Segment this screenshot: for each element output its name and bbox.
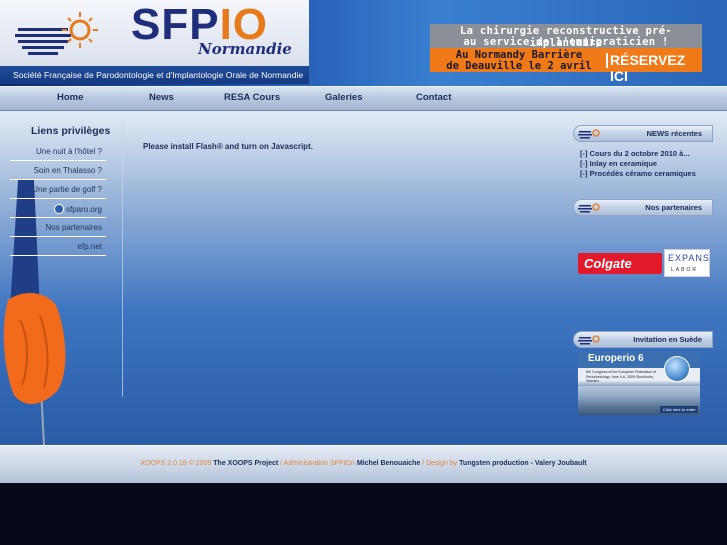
footer-design-label: / Design by [420,460,460,467]
nav-contact[interactable]: Contact [416,92,451,103]
link-sfparo-label: sfparo.org [65,205,102,214]
footer-design-name[interactable]: Tungsten production - Valery Joubault [459,460,586,467]
europerio-enter-button[interactable]: Click here to enter [660,406,699,413]
privileged-links-title: Liens privilèges [31,125,111,137]
partners-logos: Colgate EXPANS LABOR [578,249,710,277]
footer-xoops-version: XOOPS 2.0.18 © 2009 [140,460,214,467]
logo-area[interactable]: SFPIO Normandie Société Française de Par… [0,0,309,84]
sun-logo-icon [578,203,600,213]
promo-bottom: Au Normandy Barrière de Deauville le 2 a… [430,48,702,84]
nav-home[interactable]: Home [57,92,83,103]
link-efp[interactable]: efp.net [10,237,106,256]
site-footer: XOOPS 2.0.18 © 2009 The XOOPS Project / … [0,445,727,483]
expans-sub-label: LABOR [671,267,698,273]
site-header: SFPIO Normandie Société Française de Par… [0,0,727,86]
promo-banner[interactable]: La chirurgie reconstructive pré-implanta… [430,24,702,84]
europerio-title: Europerio 6 [588,353,644,364]
sidebar-divider [122,122,123,397]
flash-message: Please install Flash® and turn on Javasc… [143,142,313,151]
promo-separator [606,53,608,68]
invitation-title: Invitation en Suède [633,335,702,344]
link-golf[interactable]: Une partie de golf ? [10,180,106,199]
footer-credits: XOOPS 2.0.18 © 2009 The XOOPS Project / … [0,460,727,467]
promo-line-2: au service de l'omnipraticien ! [463,36,669,48]
logo-region: Normandie [198,40,292,58]
main-nav: Home News RESA Cours Galeries Contact [0,86,727,111]
globe-icon [664,356,690,382]
link-partners[interactable]: Nos partenaires [10,218,106,237]
partners-panel-header: Nos partenaires [573,199,713,216]
logo-subtitle: Société Française de Parodontologie et d… [13,70,304,80]
sun-logo-icon [578,129,600,139]
promo-line-4: de Deauville le 2 avril [446,60,592,72]
link-hotel[interactable]: Une nuit à l'hôtel ? [10,142,106,161]
reserve-button[interactable]: RÉSERVEZ ICI [610,52,702,84]
colgate-logo[interactable]: Colgate [578,253,662,274]
promo-top: La chirurgie reconstructive pré-implanta… [430,24,702,49]
news-title: NEWS récentes [646,129,702,138]
expans-label: EXPANS [668,253,710,263]
footer-xoops-link[interactable]: The XOOPS Project [213,460,278,467]
sfparo-icon [53,204,64,214]
footer-admin-label: / Administration SFPIOn [278,460,357,467]
invitation-panel-header: Invitation en Suède [573,331,713,348]
expans-logo[interactable]: EXPANS LABOR [664,249,710,277]
europerio-banner[interactable]: Europerio 6 6th Congress of the European… [578,352,700,415]
news-panel-header: NEWS récentes [573,125,713,142]
sun-logo-icon [578,335,600,345]
news-item-1[interactable]: [-] Cours du 2 octobre 2010 à... [580,149,690,158]
news-item-3[interactable]: [-] Procédés céramo ceramiques [580,169,696,178]
sun-logo-icon [15,12,98,55]
colgate-label: Colgate [584,256,632,271]
news-item-2[interactable]: [-] Inlay en ceramique [580,159,657,168]
link-sfparo[interactable]: sfparo.org [10,199,106,218]
europerio-text: 6th Congress of the European Federation … [586,370,657,384]
nav-galeries[interactable]: Galeries [325,92,363,103]
link-thalasso[interactable]: Soin en Thalasso ? [10,161,106,180]
footer-admin-name[interactable]: Michel Benouaiche [357,460,420,467]
nav-news[interactable]: News [149,92,174,103]
partners-title: Nos partenaires [645,203,702,212]
nav-resa-cours[interactable]: RESA Cours [224,92,280,103]
